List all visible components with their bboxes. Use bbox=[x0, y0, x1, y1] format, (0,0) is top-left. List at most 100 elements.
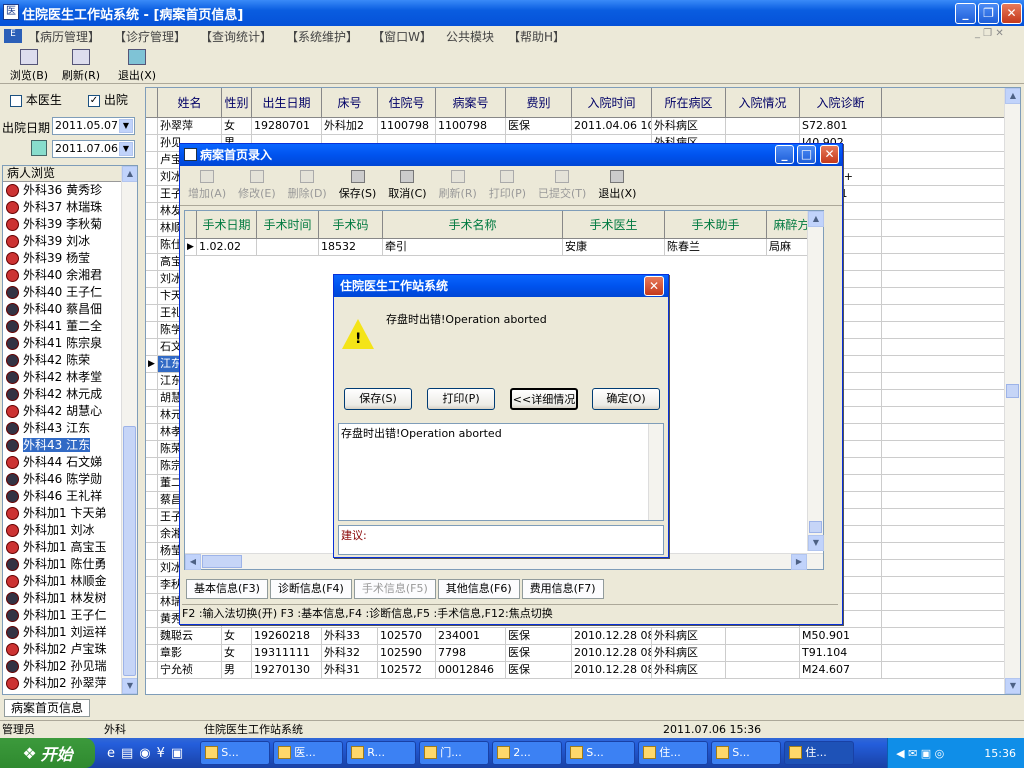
exit-button[interactable]: 退出(X) bbox=[112, 48, 162, 84]
taskbar-task[interactable]: R... bbox=[346, 741, 417, 765]
scroll-up-button[interactable]: ▲ bbox=[1005, 88, 1020, 104]
chevron-down-icon[interactable]: ▼ bbox=[119, 119, 133, 133]
list-item[interactable]: 外科加1 高宝玉 bbox=[3, 539, 121, 556]
table-row[interactable]: 宁允祯男 19270130 外科31 102572 00012846 医保 2010.12.… bbox=[146, 662, 1020, 679]
column-header[interactable]: 入院时间 bbox=[572, 88, 652, 117]
tool-icon[interactable]: ¥ bbox=[157, 746, 165, 761]
desktop-icon[interactable]: ▣ bbox=[171, 746, 183, 761]
refresh-button[interactable]: 刷新(R) bbox=[56, 48, 106, 84]
list-item[interactable]: 外科加1 刘运祥 bbox=[3, 624, 121, 641]
list-item[interactable]: 外科加1 陈仕勇 bbox=[3, 556, 121, 573]
taskbar-task[interactable]: 住... bbox=[638, 741, 709, 765]
table-cell[interactable]: 1.02.02 bbox=[197, 239, 257, 255]
list-item[interactable]: 外科41 陈宗泉 bbox=[3, 335, 121, 352]
toolbar-button-1[interactable]: 修改(E) bbox=[232, 169, 282, 203]
minimize-button[interactable]: _ bbox=[775, 145, 794, 164]
taskbar-task[interactable]: 门... bbox=[419, 741, 490, 765]
close-button[interactable]: ✕ bbox=[644, 276, 664, 296]
list-item[interactable]: 外科46 王礼祥 bbox=[3, 488, 121, 505]
error-detail-text[interactable]: 存盘时出错!Operation aborted bbox=[338, 423, 664, 521]
tab-1[interactable]: 诊断信息(F4) bbox=[269, 579, 352, 599]
save-button[interactable]: 保存(S) bbox=[344, 388, 412, 410]
list-item[interactable]: 外科41 董二全 bbox=[3, 318, 121, 335]
column-header[interactable]: 所在病区 bbox=[652, 88, 726, 117]
menu-item[interactable]: 【查询统计】 bbox=[200, 28, 272, 45]
browse-button[interactable]: 浏览(B) bbox=[4, 48, 54, 84]
list-item[interactable]: 外科加2 孙翠萍 bbox=[3, 675, 121, 692]
column-header[interactable]: 手术医生 bbox=[563, 211, 665, 238]
list-item[interactable]: 外科加1 刘冰 bbox=[3, 522, 121, 539]
close-button[interactable]: ✕ bbox=[1001, 3, 1022, 24]
taskbar-task[interactable]: S... bbox=[200, 741, 271, 765]
scroll-thumb[interactable] bbox=[123, 426, 136, 676]
list-item[interactable]: 外科加2 孙见瑞 bbox=[3, 658, 121, 675]
column-header[interactable]: 费别 bbox=[506, 88, 572, 117]
list-item[interactable]: 外科43 江东 bbox=[3, 437, 121, 454]
patient-list-scrollbar[interactable]: ▲ ▼ bbox=[121, 166, 137, 694]
toolbar-button-5[interactable]: 刷新(R) bbox=[433, 169, 483, 203]
discharged-checkbox[interactable]: ✓ 出院 bbox=[88, 91, 128, 108]
list-item[interactable]: 外科37 林瑞珠 bbox=[3, 199, 121, 216]
list-item[interactable]: 外科42 林元成 bbox=[3, 386, 121, 403]
tab-4[interactable]: 费用信息(F7) bbox=[521, 579, 604, 599]
column-header[interactable]: 手术名称 bbox=[383, 211, 563, 238]
scroll-thumb[interactable] bbox=[809, 521, 822, 533]
scroll-thumb[interactable] bbox=[202, 555, 242, 568]
list-item[interactable]: 外科42 胡慧心 bbox=[3, 403, 121, 420]
scroll-down-button[interactable]: ▼ bbox=[808, 535, 824, 551]
menu-item[interactable]: 【病历管理】 bbox=[28, 28, 100, 45]
column-header[interactable]: 出生日期 bbox=[252, 88, 322, 117]
menu-item[interactable]: 【窗口W】 bbox=[372, 28, 432, 45]
scroll-thumb[interactable] bbox=[1006, 384, 1019, 398]
chevron-down-icon[interactable]: ▼ bbox=[119, 142, 133, 156]
details-button[interactable]: <<详细情况 bbox=[510, 388, 578, 410]
scroll-down-button[interactable]: ▼ bbox=[122, 678, 137, 694]
column-header[interactable]: 手术日期 bbox=[197, 211, 257, 238]
toolbar-button-6[interactable]: 打印(P) bbox=[483, 169, 532, 203]
print-button[interactable]: 打印(P) bbox=[427, 388, 495, 410]
list-item[interactable]: 外科40 蔡昌佃 bbox=[3, 301, 121, 318]
tray-icons[interactable]: ◀ ✉ ▣ ◎ bbox=[896, 747, 944, 760]
toolbar-button-2[interactable]: 删除(D) bbox=[282, 169, 333, 203]
restore-button[interactable]: ❐ bbox=[978, 3, 999, 24]
column-header[interactable]: 手术码 bbox=[319, 211, 383, 238]
scroll-down-button[interactable]: ▼ bbox=[1005, 678, 1020, 694]
tab-record-home[interactable]: 病案首页信息 bbox=[4, 699, 91, 717]
list-item[interactable]: 外科39 杨莹 bbox=[3, 250, 121, 267]
maximize-button[interactable]: □ bbox=[797, 145, 816, 164]
list-item[interactable]: 外科加1 林发树 bbox=[3, 590, 121, 607]
column-header[interactable]: 姓名 bbox=[158, 88, 222, 117]
search-date-icon[interactable] bbox=[31, 140, 47, 156]
column-header[interactable]: 手术助手 bbox=[665, 211, 767, 238]
scroll-up-button[interactable]: ▲ bbox=[808, 211, 824, 227]
table-row[interactable]: 孙翠萍女 19280701 外科加2 1100798 1100798 医保 2011.04.… bbox=[146, 118, 1020, 135]
column-header[interactable]: 床号 bbox=[322, 88, 378, 117]
surgery-row[interactable]: ▶ 1.02.02 18532 牵引 安康 陈春兰 局麻 bbox=[185, 239, 823, 256]
list-item[interactable]: 外科加1 王子仁 bbox=[3, 607, 121, 624]
scroll-left-button[interactable]: ◀ bbox=[185, 554, 201, 570]
ie-icon[interactable]: e bbox=[107, 746, 115, 761]
taskbar-task[interactable]: 住... bbox=[784, 741, 855, 765]
patient-list[interactable]: 病人浏览 外科36 黄秀珍 外科37 林瑞珠 外科39 李秋菊 外科39 刘冰 外科39… bbox=[2, 165, 138, 695]
toolbar-button-8[interactable]: 退出(X) bbox=[592, 169, 642, 203]
taskbar-task[interactable]: 医... bbox=[273, 741, 344, 765]
list-item[interactable]: 外科40 余湘君 bbox=[3, 267, 121, 284]
menu-item[interactable]: 【诊疗管理】 bbox=[114, 28, 186, 45]
column-header[interactable]: 手术时间 bbox=[257, 211, 319, 238]
app-icon[interactable]: ◉ bbox=[139, 746, 150, 761]
surgery-vscroll[interactable]: ▲ ▼ bbox=[807, 211, 824, 551]
scroll-right-button[interactable]: ▶ bbox=[791, 554, 807, 570]
column-header[interactable]: 入院诊断 bbox=[800, 88, 882, 117]
app-menu-icon[interactable]: E bbox=[4, 29, 22, 43]
menu-item[interactable]: 【系统维护】 bbox=[286, 28, 358, 45]
list-item[interactable]: 外科44 石文娣 bbox=[3, 454, 121, 471]
list-item[interactable]: 外科加1 林顺金 bbox=[3, 573, 121, 590]
table-row[interactable]: 章影女 19311111 外科32 102590 7798 医保 2010.12.28 08… bbox=[146, 645, 1020, 662]
menu-item[interactable]: 公共模块 bbox=[446, 28, 494, 45]
ok-button[interactable]: 确定(O) bbox=[592, 388, 660, 410]
date-to-field[interactable]: 2011.07.06 ▼ bbox=[52, 140, 135, 158]
list-item[interactable]: 外科42 陈荣 bbox=[3, 352, 121, 369]
tab-2[interactable]: 手术信息(F5) bbox=[353, 579, 436, 599]
toolbar-button-3[interactable]: 保存(S) bbox=[333, 169, 383, 203]
detail-scrollbar[interactable] bbox=[648, 424, 663, 520]
